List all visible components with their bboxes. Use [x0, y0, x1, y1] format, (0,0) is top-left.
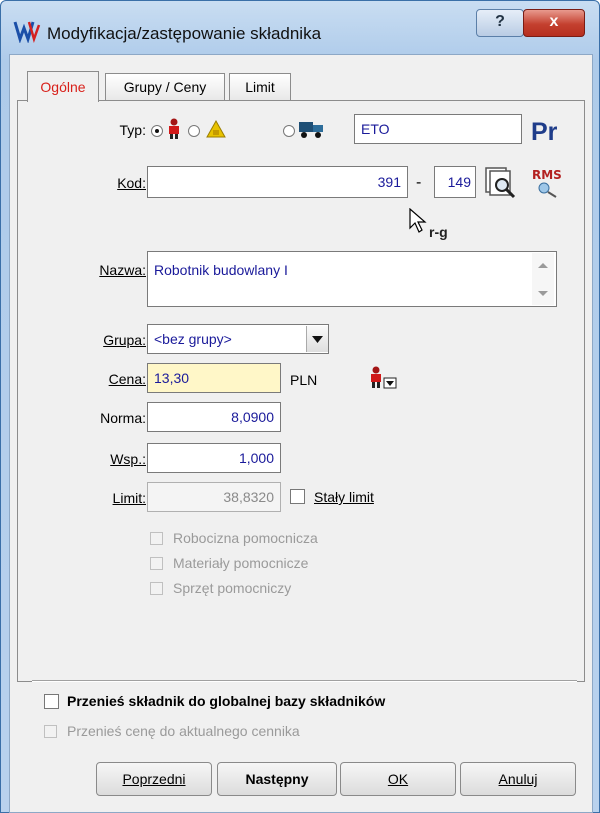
previous-button[interactable]: Poprzedni: [96, 762, 212, 796]
global-base-label[interactable]: Przenieś składnik do globalnej bazy skła…: [67, 693, 385, 709]
typ-badge: Pr: [531, 118, 558, 146]
tab-ogolne[interactable]: Ogólne: [27, 71, 99, 102]
equipment-icon: [299, 122, 323, 138]
next-button[interactable]: Następny: [217, 762, 337, 796]
rms-icon[interactable]: RMS: [528, 164, 568, 200]
grupa-label: Grupa:: [103, 332, 146, 348]
kod-main-field[interactable]: 391: [147, 166, 408, 198]
typ-radio-labor[interactable]: [151, 125, 163, 137]
typ-label: Typ:: [119, 122, 146, 138]
staly-limit-checkbox[interactable]: [290, 489, 305, 504]
cancel-button[interactable]: Anuluj: [460, 762, 576, 796]
robocizna-label: Robocizna pomocnicza: [173, 530, 318, 546]
material-icon: [206, 119, 226, 138]
tab-grupy-ceny[interactable]: Grupy / Ceny: [105, 73, 225, 100]
nazwa-label: Nazwa:: [99, 262, 146, 278]
scroll-up-icon[interactable]: [538, 263, 548, 268]
grupa-dropdown-button[interactable]: [306, 326, 328, 352]
scroll-down-icon[interactable]: [538, 291, 548, 296]
materialy-label: Materiały pomocnicze: [173, 555, 309, 571]
sprzet-checkbox: [150, 582, 163, 595]
worker-icon: [169, 118, 179, 139]
tab-limit[interactable]: Limit: [229, 73, 291, 100]
grupa-select[interactable]: <bez grupy>: [147, 324, 329, 354]
wsp-label: Wsp.:: [110, 451, 146, 467]
price-list-checkbox: [44, 725, 57, 738]
svg-text:RMS: RMS: [532, 168, 562, 182]
sprzet-label: Sprzęt pomocniczy: [173, 580, 292, 596]
cena-field[interactable]: 13,30: [147, 363, 281, 393]
staly-limit-label[interactable]: Stały limit: [314, 489, 374, 505]
wsp-field[interactable]: 1,000: [147, 443, 281, 473]
close-button[interactable]: x: [523, 9, 585, 37]
robocizna-checkbox: [150, 532, 163, 545]
materialy-checkbox: [150, 557, 163, 570]
norma-field[interactable]: 8,0900: [147, 402, 281, 432]
window-title: Modyfikacja/zastępowanie składnika: [47, 24, 322, 43]
grupa-select-value: <bez grupy>: [154, 331, 232, 347]
price-list-label: Przenieś cenę do aktualnego cennika: [67, 723, 300, 739]
global-base-checkbox[interactable]: [44, 694, 59, 709]
limit-label: Limit:: [112, 490, 146, 506]
typ-radio-equipment[interactable]: [283, 125, 295, 137]
cursor-tooltip: r-g: [429, 224, 448, 240]
norma-label: Norma:: [100, 410, 146, 426]
mouse-cursor-icon: [409, 208, 427, 233]
limit-field: 38,8320: [147, 482, 281, 512]
nazwa-scrollbar[interactable]: [532, 253, 554, 305]
title-bar: Modyfikacja/zastępowanie składnika ? x: [1, 1, 599, 55]
search-catalog-icon[interactable]: [484, 166, 518, 200]
kod-label: Kod:: [117, 175, 146, 191]
worker-price-icon[interactable]: [368, 366, 402, 392]
divider: [32, 680, 577, 682]
cena-label: Cena:: [108, 371, 146, 387]
typ-radio-material[interactable]: [188, 125, 200, 137]
currency-label: PLN: [290, 372, 318, 388]
nazwa-textarea[interactable]: Robotnik budowlany I: [147, 251, 557, 307]
chevron-down-icon: [312, 336, 323, 343]
typ-code-field[interactable]: ETO: [354, 114, 522, 144]
app-logo-icon: [13, 21, 41, 43]
kod-sub-field[interactable]: 149: [434, 166, 476, 198]
ok-button[interactable]: OK: [340, 762, 456, 796]
kod-dash: -: [416, 174, 422, 191]
help-button[interactable]: ?: [476, 9, 524, 37]
